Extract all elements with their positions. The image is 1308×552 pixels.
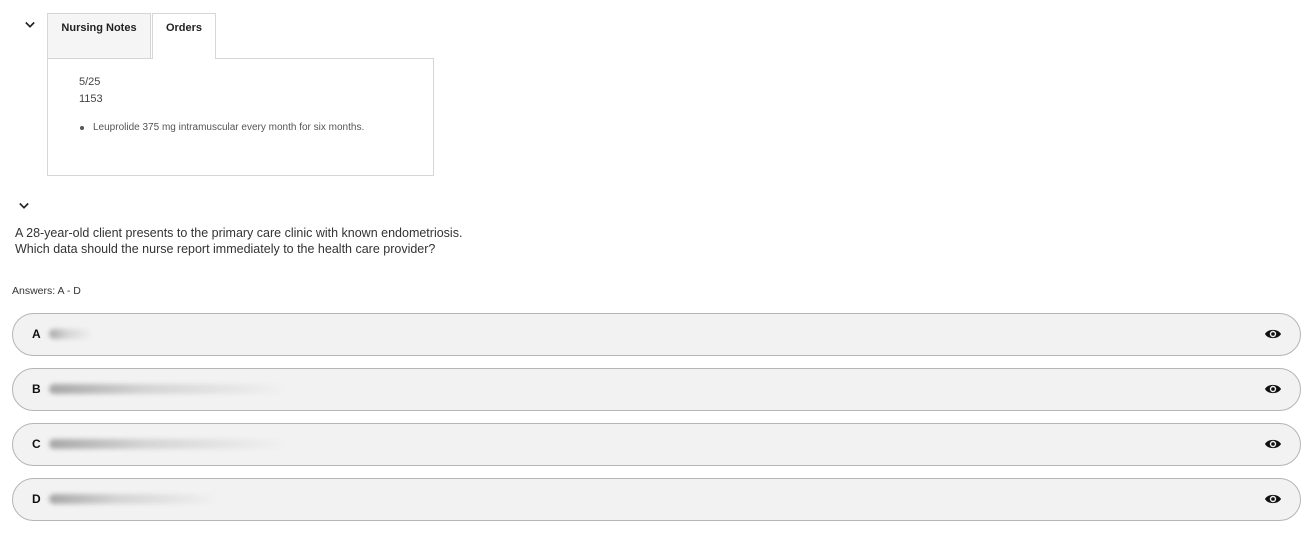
eye-icon[interactable] xyxy=(1264,437,1282,451)
answer-option-a[interactable]: A xyxy=(12,313,1301,356)
tab-nursing-notes[interactable]: Nursing Notes xyxy=(47,13,151,58)
tab-label: Orders xyxy=(165,22,203,34)
answer-letter: C xyxy=(32,437,41,451)
answer-option-b[interactable]: B xyxy=(12,368,1301,411)
answer-letter: B xyxy=(32,382,41,396)
question-line-1: A 28-year-old client presents to the pri… xyxy=(15,226,463,240)
collapse-chevron-icon[interactable] xyxy=(25,20,35,30)
eye-icon[interactable] xyxy=(1264,382,1282,396)
question-text: A 28-year-old client presents to the pri… xyxy=(15,225,462,257)
answer-text-hidden xyxy=(49,329,93,339)
orders-panel: 5/25 1153 Leuprolide 375 mg intramuscula… xyxy=(47,58,434,176)
order-item: Leuprolide 375 mg intramuscular every mo… xyxy=(79,122,364,133)
answers-label: Answers: A - D xyxy=(12,285,81,297)
answer-text-hidden xyxy=(49,439,289,449)
order-date: 5/25 xyxy=(79,76,101,88)
eye-icon[interactable] xyxy=(1264,492,1282,506)
order-time: 1153 xyxy=(79,93,103,105)
answer-text-hidden xyxy=(49,384,289,394)
question-line-2: Which data should the nurse report immed… xyxy=(15,242,436,256)
answer-letter: D xyxy=(32,492,41,506)
answer-option-c[interactable]: C xyxy=(12,423,1301,466)
answer-option-d[interactable]: D xyxy=(12,478,1301,521)
collapse-chevron-icon[interactable] xyxy=(19,201,29,211)
eye-icon[interactable] xyxy=(1264,327,1282,341)
tab-label: Nursing Notes xyxy=(61,22,137,34)
answer-letter: A xyxy=(32,327,41,341)
answer-text-hidden xyxy=(49,494,219,504)
tab-orders[interactable]: Orders xyxy=(152,13,216,59)
order-list: Leuprolide 375 mg intramuscular every mo… xyxy=(79,122,364,133)
